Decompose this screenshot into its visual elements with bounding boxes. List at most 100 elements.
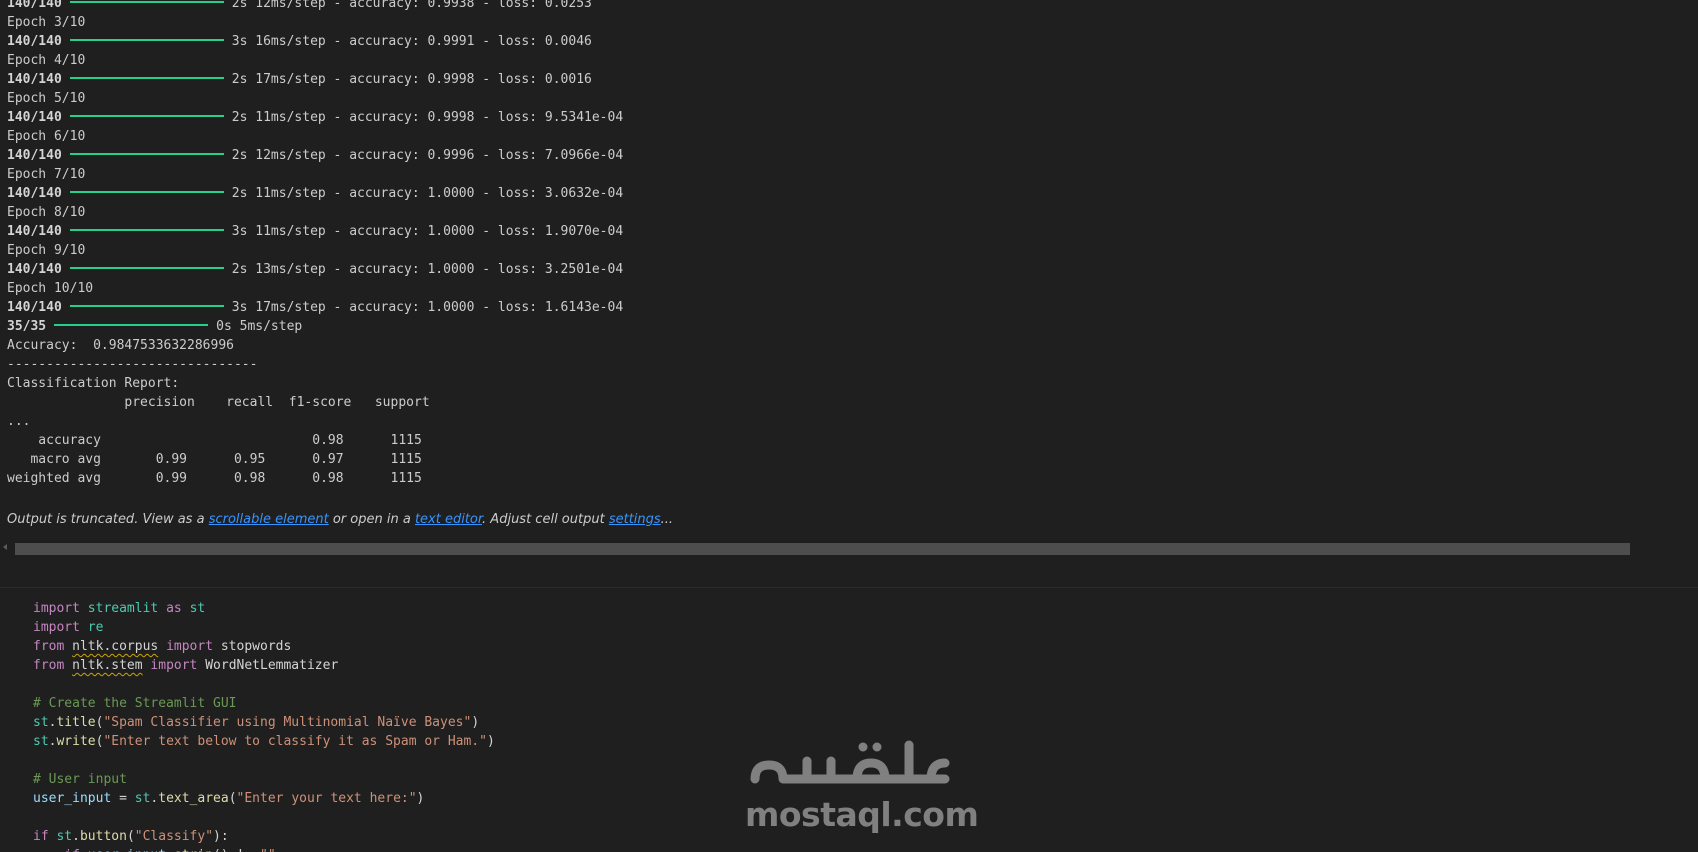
code-token: st — [33, 734, 49, 749]
code-cell-editor[interactable]: import streamlit as st import re from nltk… — [33, 599, 495, 852]
code-token: . — [166, 848, 174, 852]
code-token: = — [111, 791, 135, 806]
separator: - — [325, 148, 350, 163]
code-line[interactable]: # Create the Streamlit GUI — [33, 694, 495, 713]
separator: - — [474, 300, 498, 315]
progress-bar — [69, 77, 224, 79]
step-time: 2s 12ms/step — [231, 148, 326, 163]
step-count: 140/140 — [7, 72, 62, 87]
code-token: from — [33, 639, 65, 654]
scrollable-element-link[interactable]: scrollable element — [209, 512, 329, 527]
progress-bar — [69, 191, 224, 193]
watermark-text: mostaql.com — [745, 795, 979, 834]
code-line[interactable]: user_input = st.text_area("Enter your te… — [33, 789, 495, 808]
step-count: 140/140 — [7, 262, 62, 277]
truncated-middle2: . Adjust cell output — [482, 512, 609, 527]
code-line[interactable] — [33, 751, 495, 770]
code-token: text_area — [158, 791, 229, 806]
code-token: ) — [486, 734, 495, 749]
code-token: import — [33, 601, 80, 616]
epoch-line: Epoch 10/10 — [7, 281, 94, 296]
step-time: 0s 5ms/step — [216, 319, 303, 334]
code-token: "Enter text below to classify it as Spam… — [103, 734, 487, 749]
step-count: 140/140 — [7, 186, 62, 201]
code-token: if — [64, 848, 80, 852]
step-time: 3s 16ms/step — [231, 34, 326, 49]
progress-bar — [69, 229, 224, 231]
code-line[interactable]: import re — [33, 618, 495, 637]
code-token: nltk.stem — [72, 658, 143, 673]
code-line[interactable]: if st.button("Classify"): — [33, 827, 495, 846]
epoch-line: Epoch 4/10 — [7, 53, 86, 68]
cell-divider — [0, 587, 1698, 588]
code-token: st — [134, 791, 151, 806]
code-token: user_input — [33, 791, 112, 806]
code-token: import — [166, 639, 214, 654]
code-token: import — [33, 620, 80, 635]
loss-value: loss: 0.0253 — [497, 0, 592, 11]
progress-bar — [69, 267, 224, 269]
loss-value: loss: 0.0016 — [497, 72, 592, 87]
code-token: as — [166, 601, 182, 616]
code-line[interactable] — [33, 675, 495, 694]
code-token: streamlit — [87, 601, 159, 616]
code-line[interactable]: st.write("Enter text below to classify i… — [33, 732, 495, 751]
step-count: 140/140 — [7, 0, 62, 11]
code-line[interactable]: from nltk.stem import WordNetLemmatizer — [33, 656, 495, 675]
separator: - — [325, 34, 350, 49]
code-token: # Create the Streamlit GUI — [33, 696, 237, 711]
code-line[interactable]: if user_input.strip() != "": — [33, 846, 495, 852]
separator: - — [325, 186, 350, 201]
separator: - — [474, 72, 498, 87]
epoch-line: Epoch 8/10 — [7, 205, 86, 220]
code-token: st — [189, 601, 206, 616]
truncated-prefix: Output is truncated. View as a — [7, 512, 209, 527]
epoch-line: Epoch 6/10 — [7, 129, 86, 144]
code-line[interactable] — [33, 808, 495, 827]
progress-bar — [69, 39, 224, 41]
code-token: if — [33, 829, 49, 844]
output-line: precision recall f1-score support — [7, 395, 430, 410]
scroll-left-arrow-icon[interactable] — [3, 544, 7, 550]
step-count: 140/140 — [7, 110, 62, 125]
code-line[interactable]: from nltk.corpus import stopwords — [33, 637, 495, 656]
truncated-notice: Output is truncated. View as a scrollabl… — [7, 512, 673, 527]
separator: - — [474, 186, 498, 201]
code-token: ): — [213, 829, 229, 844]
code-token: nltk.corpus — [72, 639, 159, 654]
code-token: ( — [126, 829, 135, 844]
code-token: "Spam Classifier using Multinomial Naïve… — [103, 715, 472, 730]
scrollbar-thumb[interactable] — [15, 543, 1630, 555]
code-token: () != — [213, 848, 260, 852]
output-line: macro avg 0.99 0.95 0.97 1115 — [7, 452, 422, 467]
text-editor-link[interactable]: text editor — [415, 512, 482, 527]
code-token: ( — [228, 791, 237, 806]
code-line[interactable]: # User input — [33, 770, 495, 789]
code-line[interactable]: import streamlit as st — [33, 599, 495, 618]
step-time: 3s 17ms/step — [231, 300, 326, 315]
accuracy-value: accuracy: 1.0000 — [349, 224, 475, 239]
separator: - — [474, 0, 498, 11]
loss-value: loss: 3.2501e-04 — [497, 262, 624, 277]
loss-value: loss: 3.0632e-04 — [497, 186, 624, 201]
progress-line: 140/140 2s 12ms/step - accuracy: 0.9938 -… — [7, 0, 623, 13]
separator: - — [325, 262, 350, 277]
epoch-line: Epoch 7/10 — [7, 167, 86, 182]
output-line: accuracy 0.98 1115 — [7, 433, 422, 448]
settings-link[interactable]: settings — [609, 512, 661, 527]
step-time: 2s 17ms/step — [231, 72, 326, 87]
code-token: strip — [174, 848, 213, 852]
code-token: from — [33, 658, 65, 673]
code-line[interactable]: st.title("Spam Classifier using Multinom… — [33, 713, 495, 732]
mostaql-watermark: mostaql.com — [745, 735, 979, 835]
separator: - — [325, 0, 350, 11]
progress-line: 140/140 2s 12ms/step - accuracy: 0.9996 -… — [7, 146, 623, 165]
progress-line: 140/140 3s 11ms/step - accuracy: 1.0000 -… — [7, 222, 623, 241]
code-token: "" — [260, 848, 276, 852]
step-count: 35/35 — [7, 319, 47, 334]
horizontal-scrollbar[interactable] — [0, 542, 1698, 556]
